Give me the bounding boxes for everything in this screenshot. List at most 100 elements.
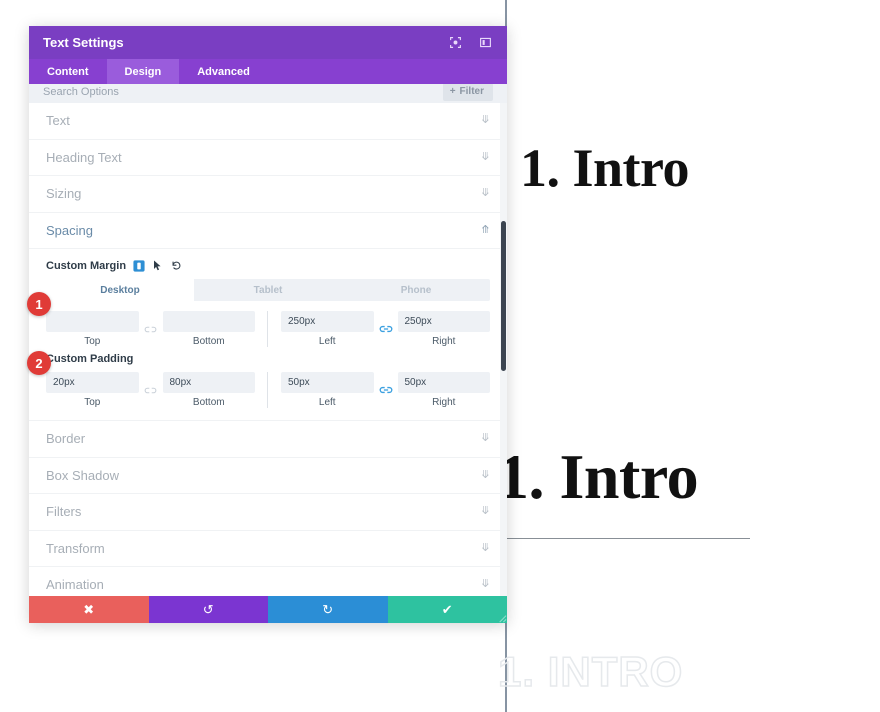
modal-scrollbar-thumb[interactable] [501,221,506,371]
tab-advanced[interactable]: Advanced [179,59,268,84]
device-desktop[interactable]: Desktop [46,279,194,301]
page-column [505,0,880,712]
margin-bottom-label: Bottom [192,336,225,347]
section-transform-label: Transform [46,540,105,556]
padding-left-label: Left [318,397,336,408]
save-button[interactable]: ✔ [387,596,507,623]
heading-intro-secondary: 1. Intro [497,441,699,512]
tab-content[interactable]: Content [29,59,107,84]
text-settings-modal[interactable]: Text Settings Content Design Advanced Se… [29,26,507,623]
section-heading-text-label: Heading Text [46,149,122,165]
margin-left-wrap: Left [281,311,374,347]
margin-top-wrap: Top [46,311,139,347]
section-filters[interactable]: Filters ⤋ [29,494,507,531]
margin-horizontal-link-icon[interactable] [374,324,398,334]
annotation-badge-1: 1 [27,292,51,316]
watermark-intro: 1. INTRO [497,647,684,696]
padding-left-wrap: Left [281,372,374,408]
section-border-label: Border [46,431,86,447]
margin-bottom-input[interactable] [162,311,255,332]
custom-margin-fields: Top Bottom Left [46,311,490,347]
custom-padding-fields: Top Bottom Left [46,372,490,408]
section-spacing[interactable]: Spacing ⤊ [29,213,507,249]
resize-handle[interactable] [493,609,507,623]
tab-design[interactable]: Design [106,59,180,84]
padding-right-wrap: Right [397,372,490,408]
responsive-device-toggle[interactable]: Desktop Tablet Phone [46,279,490,301]
margin-right-wrap: Right [397,311,490,347]
section-animation[interactable]: Animation ⤋ [29,567,507,596]
layout-panel-icon[interactable] [477,35,493,51]
chevron-down-icon: ⤋ [480,432,490,445]
cursor-pointer-icon[interactable] [151,259,164,272]
modal-tabbar: Content Design Advanced [29,59,507,84]
expand-icon[interactable] [447,35,463,51]
padding-right-input[interactable] [397,372,490,393]
margin-left-input[interactable] [281,311,374,332]
padding-top-bottom-pair: Top Bottom [46,372,255,408]
padding-vertical-link-icon[interactable] [139,386,163,395]
filter-label: Filter [459,86,484,97]
margin-right-label: Right [432,336,456,347]
section-sizing[interactable]: Sizing ⤋ [29,176,507,213]
padding-top-label: Top [84,397,101,408]
modal-title: Text Settings [43,35,124,50]
annotation-badge-2: 2 [27,351,51,375]
padding-left-right-pair: Left Right [267,372,490,408]
responsive-device-icon[interactable] [132,259,145,272]
device-phone[interactable]: Phone [342,279,490,301]
section-heading-text[interactable]: Heading Text ⤋ [29,140,507,176]
section-box-shadow-label: Box Shadow [46,467,119,483]
chevron-up-icon: ⤊ [480,223,490,236]
section-transform[interactable]: Transform ⤋ [29,531,507,567]
padding-top-input[interactable] [46,372,139,393]
padding-left-input[interactable] [281,372,374,393]
padding-bottom-wrap: Bottom [162,372,255,408]
section-border[interactable]: Border ⤋ [29,421,507,458]
plus-icon: + [449,86,456,97]
margin-top-label: Top [84,336,101,347]
margin-vertical-link-icon[interactable] [139,325,163,334]
section-text[interactable]: Text ⤋ [29,103,507,140]
margin-right-input[interactable] [397,311,490,332]
modal-footer: ✖ ↺ ↻ ✔ [29,596,507,623]
custom-padding-label-row: Custom Padding [46,353,490,365]
padding-right-label: Right [432,397,456,408]
reset-icon[interactable] [170,259,183,272]
section-box-shadow[interactable]: Box Shadow ⤋ [29,458,507,494]
padding-horizontal-link-icon[interactable] [374,385,398,395]
section-spacing-label: Spacing [46,222,93,238]
search-input[interactable]: Search Options [43,86,443,98]
chevron-down-icon: ⤋ [480,187,490,200]
margin-left-label: Left [318,336,336,347]
chevron-down-icon: ⤋ [480,541,490,554]
modal-body[interactable]: Text ⤋ Heading Text ⤋ Sizing ⤋ Spacing ⤊… [29,103,507,596]
cancel-button[interactable]: ✖ [29,596,149,623]
redo-icon: ↻ [322,601,334,617]
device-tablet[interactable]: Tablet [194,279,342,301]
padding-bottom-input[interactable] [162,372,255,393]
margin-bottom-wrap: Bottom [162,311,255,347]
chevron-down-icon: ⤋ [480,468,490,481]
header-icon-group [447,35,493,51]
chevron-down-icon: ⤋ [480,150,490,163]
redo-button[interactable]: ↻ [268,596,388,623]
padding-top-wrap: Top [46,372,139,408]
custom-margin-label: Custom Margin [46,259,127,272]
spacing-panel: Custom Margin Desktop Tablet Phone Top B… [29,249,507,421]
section-sizing-label: Sizing [46,186,82,202]
undo-icon: ↺ [202,601,214,617]
chevron-down-icon: ⤋ [480,505,490,518]
custom-margin-label-row: Custom Margin [46,259,490,272]
margin-top-input[interactable] [46,311,139,332]
custom-padding-label: Custom Padding [46,353,134,365]
chevron-down-icon: ⤋ [480,114,490,127]
search-options-bar: Search Options + Filter [29,84,507,103]
filter-button[interactable]: + Filter [442,84,493,101]
heading-intro-primary: 1. Intro [520,138,690,198]
undo-button[interactable]: ↺ [148,596,268,623]
modal-scrollbar-track[interactable] [500,103,507,596]
modal-header: Text Settings [29,26,507,59]
close-icon: ✖ [83,601,95,617]
section-animation-label: Animation [46,577,104,593]
